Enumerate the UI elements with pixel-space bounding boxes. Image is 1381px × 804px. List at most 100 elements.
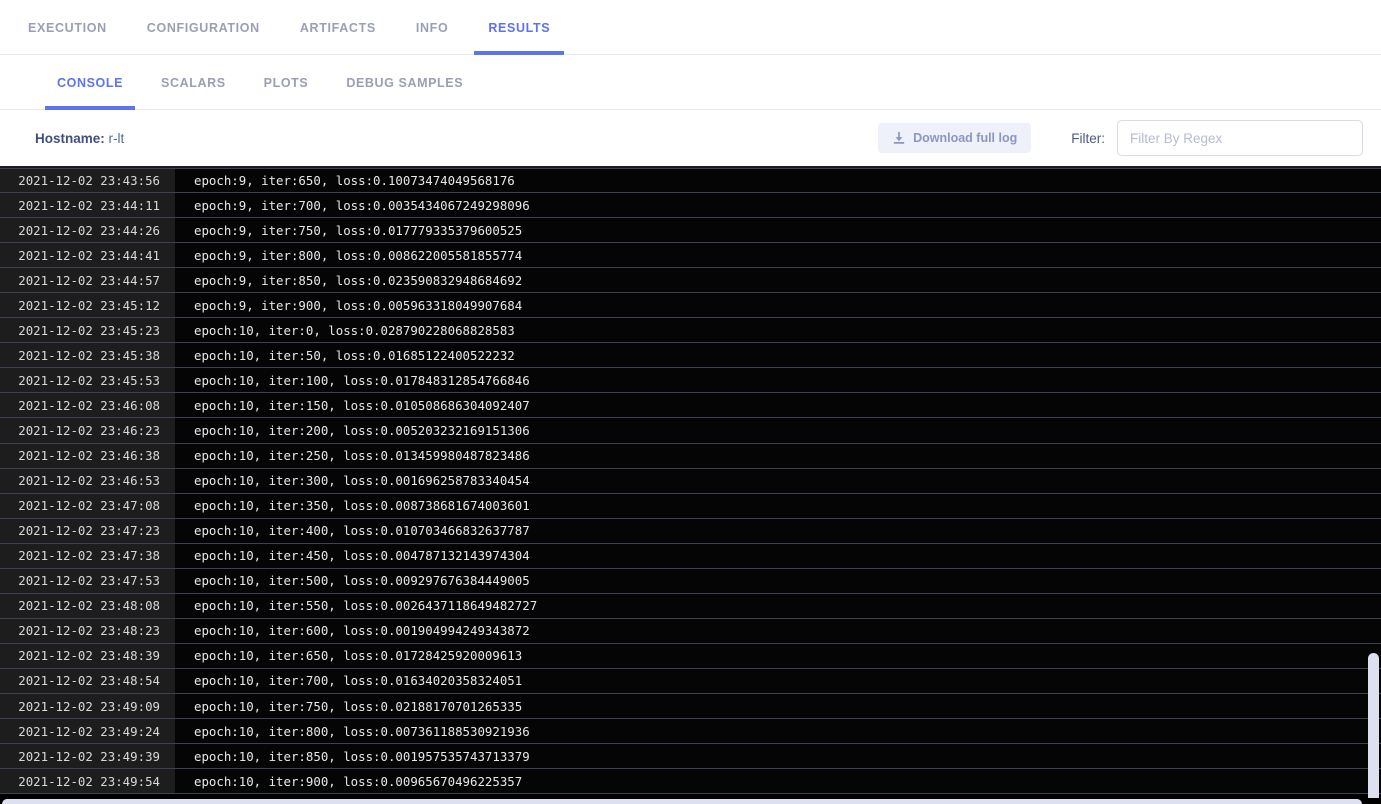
log-row: 2021-12-02 23:46:23epoch:10, iter:200, l… <box>0 418 1381 443</box>
log-timestamp: 2021-12-02 23:49:39 <box>0 744 175 768</box>
hostname-display: Hostname: r-lt <box>35 131 124 146</box>
log-message: epoch:10, iter:100, loss:0.0178483128547… <box>175 368 1381 392</box>
log-row: 2021-12-02 23:48:23epoch:10, iter:600, l… <box>0 619 1381 644</box>
log-message: epoch:9, iter:800, loss:0.00862200558185… <box>175 243 1381 267</box>
log-timestamp: 2021-12-02 23:48:54 <box>0 669 175 693</box>
log-message: epoch:10, iter:0, loss:0.028790228068828… <box>175 318 1381 342</box>
log-row: 2021-12-02 23:49:24epoch:10, iter:800, l… <box>0 719 1381 744</box>
log-row: 2021-12-02 23:48:54epoch:10, iter:700, l… <box>0 669 1381 694</box>
log-row: 2021-12-02 23:44:11epoch:9, iter:700, lo… <box>0 193 1381 218</box>
log-timestamp: 2021-12-02 23:44:26 <box>0 218 175 242</box>
log-message: epoch:9, iter:750, loss:0.01777933537960… <box>175 218 1381 242</box>
log-timestamp: 2021-12-02 23:48:39 <box>0 644 175 668</box>
log-message: epoch:10, iter:350, loss:0.0087386816740… <box>175 494 1381 518</box>
log-timestamp: 2021-12-02 23:49:54 <box>0 769 175 793</box>
tab-execution[interactable]: EXECUTION <box>14 0 121 55</box>
log-timestamp: 2021-12-02 23:47:38 <box>0 544 175 568</box>
log-row: 2021-12-02 23:46:08epoch:10, iter:150, l… <box>0 393 1381 418</box>
subtab-debug-samples[interactable]: DEBUG SAMPLES <box>334 55 475 110</box>
subtab-label: DEBUG SAMPLES <box>346 76 463 90</box>
log-timestamp: 2021-12-02 23:49:09 <box>0 694 175 718</box>
tab-label: ARTIFACTS <box>300 21 376 35</box>
log-message: epoch:10, iter:700, loss:0.0163402035832… <box>175 669 1381 693</box>
log-row: 2021-12-02 23:45:53epoch:10, iter:100, l… <box>0 368 1381 393</box>
log-row: 2021-12-02 23:46:53epoch:10, iter:300, l… <box>0 469 1381 494</box>
console-log-list: 2021-12-02 23:43:56epoch:9, iter:650, lo… <box>0 168 1381 798</box>
console-log-panel: 2021-12-02 23:43:56epoch:9, iter:650, lo… <box>0 166 1381 804</box>
log-message: epoch:10, iter:650, loss:0.0172842592000… <box>175 644 1381 668</box>
log-row: 2021-12-02 23:47:23epoch:10, iter:400, l… <box>0 519 1381 544</box>
log-message: epoch:10, iter:600, loss:0.0019049942493… <box>175 619 1381 643</box>
hostname-value: r-lt <box>109 131 125 146</box>
log-message: epoch:9, iter:650, loss:0.10073474049568… <box>175 169 1381 192</box>
log-timestamp: 2021-12-02 23:45:12 <box>0 293 175 317</box>
subtab-label: CONSOLE <box>57 76 123 90</box>
download-full-log-button[interactable]: Download full log <box>878 123 1031 153</box>
console-horizontal-scrollbar-thumb[interactable] <box>2 799 1362 804</box>
log-message: epoch:9, iter:900, loss:0.00596331804990… <box>175 293 1381 317</box>
log-timestamp: 2021-12-02 23:45:53 <box>0 368 175 392</box>
log-row: 2021-12-02 23:44:57epoch:9, iter:850, lo… <box>0 268 1381 293</box>
log-message: epoch:10, iter:150, loss:0.0105086863040… <box>175 393 1381 417</box>
log-timestamp: 2021-12-02 23:49:24 <box>0 719 175 743</box>
log-timestamp: 2021-12-02 23:47:53 <box>0 569 175 593</box>
filter-label: Filter: <box>1071 131 1105 146</box>
hostname-label: Hostname: <box>35 131 105 146</box>
log-row: 2021-12-02 23:44:41epoch:9, iter:800, lo… <box>0 243 1381 268</box>
subtab-label: SCALARS <box>161 76 226 90</box>
tab-label: CONFIGURATION <box>147 21 260 35</box>
log-timestamp: 2021-12-02 23:46:23 <box>0 418 175 442</box>
filter-group: Filter: <box>1071 120 1363 156</box>
tab-configuration[interactable]: CONFIGURATION <box>133 0 274 55</box>
log-message: epoch:9, iter:850, loss:0.02359083294868… <box>175 268 1381 292</box>
console-vertical-scrollbar-thumb[interactable] <box>1368 653 1379 804</box>
log-timestamp: 2021-12-02 23:48:23 <box>0 619 175 643</box>
tab-label: RESULTS <box>488 21 550 35</box>
log-timestamp: 2021-12-02 23:43:56 <box>0 169 175 192</box>
log-message: epoch:10, iter:800, loss:0.0073611885309… <box>175 719 1381 743</box>
subtab-label: PLOTS <box>264 76 309 90</box>
log-message: epoch:10, iter:850, loss:0.0019575357437… <box>175 744 1381 768</box>
log-timestamp: 2021-12-02 23:47:08 <box>0 494 175 518</box>
log-row: 2021-12-02 23:48:39epoch:10, iter:650, l… <box>0 644 1381 669</box>
tab-info[interactable]: INFO <box>402 0 462 55</box>
log-message: epoch:10, iter:200, loss:0.0052032321691… <box>175 418 1381 442</box>
log-message: epoch:10, iter:900, loss:0.0096567049622… <box>175 769 1381 793</box>
filter-input[interactable] <box>1117 120 1363 156</box>
log-row: 2021-12-02 23:49:54epoch:10, iter:900, l… <box>0 769 1381 794</box>
log-timestamp: 2021-12-02 23:45:38 <box>0 343 175 367</box>
download-icon <box>892 131 906 145</box>
log-message: epoch:10, iter:400, loss:0.0107034668326… <box>175 519 1381 543</box>
log-message: epoch:10, iter:750, loss:0.0218817070126… <box>175 694 1381 718</box>
log-row: 2021-12-02 23:46:38epoch:10, iter:250, l… <box>0 444 1381 469</box>
log-row: 2021-12-02 23:45:23epoch:10, iter:0, los… <box>0 318 1381 343</box>
tab-artifacts[interactable]: ARTIFACTS <box>286 0 390 55</box>
log-timestamp: 2021-12-02 23:46:38 <box>0 444 175 468</box>
subtab-console[interactable]: CONSOLE <box>45 55 135 110</box>
log-row: 2021-12-02 23:47:53epoch:10, iter:500, l… <box>0 569 1381 594</box>
log-row: 2021-12-02 23:49:09epoch:10, iter:750, l… <box>0 694 1381 719</box>
log-row: 2021-12-02 23:44:26epoch:9, iter:750, lo… <box>0 218 1381 243</box>
primary-tab-bar: EXECUTION CONFIGURATION ARTIFACTS INFO RESUL… <box>0 0 1381 55</box>
console-toolbar: Hostname: r-lt Download full log Filter: <box>0 110 1381 166</box>
console-horizontal-scrollbar[interactable] <box>0 798 1381 804</box>
log-timestamp: 2021-12-02 23:48:08 <box>0 594 175 618</box>
subtab-plots[interactable]: PLOTS <box>252 55 321 110</box>
log-row: 2021-12-02 23:48:08epoch:10, iter:550, l… <box>0 594 1381 619</box>
tab-label: EXECUTION <box>28 21 107 35</box>
log-row: 2021-12-02 23:45:38epoch:10, iter:50, lo… <box>0 343 1381 368</box>
log-message: epoch:10, iter:550, loss:0.0026437118649… <box>175 594 1381 618</box>
log-timestamp: 2021-12-02 23:44:41 <box>0 243 175 267</box>
log-message: epoch:9, iter:700, loss:0.00354340672492… <box>175 193 1381 217</box>
log-timestamp: 2021-12-02 23:47:23 <box>0 519 175 543</box>
log-message: epoch:10, iter:500, loss:0.0092976763844… <box>175 569 1381 593</box>
log-row: 2021-12-02 23:47:08epoch:10, iter:350, l… <box>0 494 1381 519</box>
secondary-tab-bar: CONSOLE SCALARS PLOTS DEBUG SAMPLES <box>0 55 1381 110</box>
log-timestamp: 2021-12-02 23:46:08 <box>0 393 175 417</box>
log-message: epoch:10, iter:300, loss:0.0016962587833… <box>175 469 1381 493</box>
log-row: 2021-12-02 23:49:39epoch:10, iter:850, l… <box>0 744 1381 769</box>
log-row: 2021-12-02 23:45:12epoch:9, iter:900, lo… <box>0 293 1381 318</box>
console-vertical-scrollbar[interactable] <box>1366 168 1381 798</box>
tab-results[interactable]: RESULTS <box>474 0 564 55</box>
subtab-scalars[interactable]: SCALARS <box>149 55 238 110</box>
